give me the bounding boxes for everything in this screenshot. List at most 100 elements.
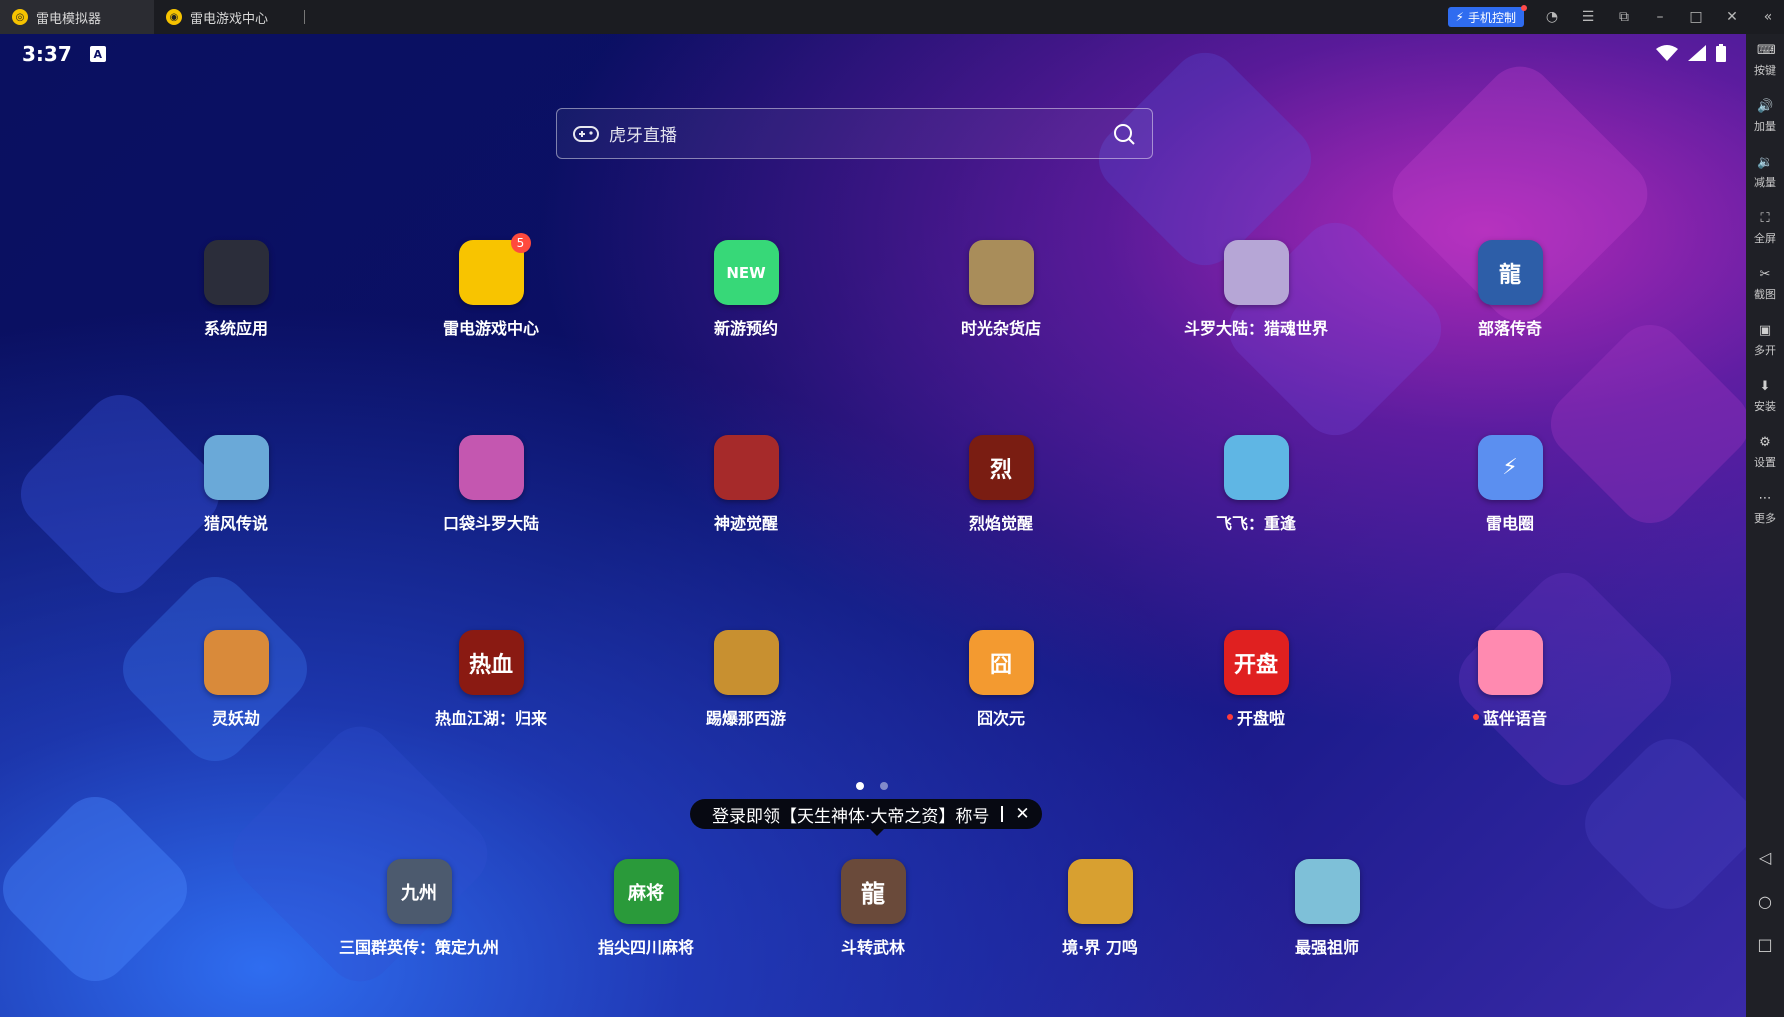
tab-game-center[interactable]: ◉ 雷电游戏中心 bbox=[154, 0, 280, 34]
app-icon[interactable]: 口袋斗罗大陆 bbox=[391, 435, 591, 534]
toolbar-item-keyboard[interactable]: ⌨ 按键 bbox=[1754, 44, 1776, 90]
account-icon[interactable]: ◔ bbox=[1544, 9, 1560, 25]
gamepad-icon bbox=[573, 125, 599, 142]
app-label: 囧次元 bbox=[976, 709, 1025, 728]
notification-a-icon: A bbox=[89, 46, 106, 62]
app-icon[interactable]: 开盘 开盘啦 bbox=[1156, 630, 1356, 729]
recents-nav-icon[interactable]: □ bbox=[1746, 935, 1784, 954]
gamepad-icon: ◉ bbox=[166, 9, 182, 25]
tab-label: 雷电模拟器 bbox=[36, 11, 102, 27]
toolbar-item-multi-instance[interactable]: ▣ 多开 bbox=[1754, 324, 1776, 370]
toolbar-item-label: 截图 bbox=[1754, 288, 1776, 301]
more-icon: ⋯ bbox=[1758, 491, 1772, 506]
app-label: 时光杂货店 bbox=[960, 319, 1041, 338]
page-dot-2[interactable] bbox=[880, 782, 888, 790]
app-label-row: 猎风传说 bbox=[204, 510, 268, 534]
dock-app-icon[interactable]: 龍 斗转武林 bbox=[773, 859, 973, 958]
back-nav-icon[interactable]: ◁ bbox=[1746, 848, 1784, 867]
notification-badge: 5 bbox=[510, 233, 531, 253]
app-icon[interactable]: 热血 热血江湖：归来 bbox=[391, 630, 591, 729]
app-icon[interactable]: 时光杂货店 bbox=[901, 240, 1101, 339]
app-icon-image: 烈 bbox=[968, 435, 1034, 500]
app-icon-image bbox=[968, 240, 1034, 305]
maximize-icon[interactable]: □ bbox=[1688, 9, 1704, 25]
toolbar-item-label: 全屏 bbox=[1754, 232, 1776, 245]
app-label-row: 境·界 刀鸣 bbox=[1062, 934, 1138, 958]
app-icon[interactable]: 神迹觉醒 bbox=[646, 435, 846, 534]
app-icon[interactable]: 5 雷电游戏中心 bbox=[391, 233, 591, 339]
app-label: 新游预约 bbox=[713, 319, 778, 338]
app-icon-image bbox=[1223, 435, 1289, 500]
app-icon[interactable]: 飞飞：重逢 bbox=[1156, 435, 1356, 534]
toolbar-item-fullscreen[interactable]: ⛶ 全屏 bbox=[1754, 212, 1776, 258]
app-icon-image bbox=[713, 435, 779, 500]
search-icon[interactable] bbox=[1112, 122, 1136, 146]
app-icon[interactable]: 龍 部落传奇 bbox=[1410, 240, 1610, 339]
app-label: 最强祖师 bbox=[1294, 938, 1359, 957]
app-label-row: 飞飞：重逢 bbox=[1216, 510, 1296, 534]
app-icon-image: 囧 bbox=[968, 630, 1034, 695]
app-icon[interactable]: 烈 烈焰觉醒 bbox=[901, 435, 1101, 534]
app-label: 三国群英传：策定九州 bbox=[338, 938, 499, 957]
toolbar-item-volume-down[interactable]: 🔉 减量 bbox=[1754, 156, 1776, 202]
sync-window-icon[interactable]: ⧉ bbox=[1616, 9, 1632, 25]
new-dot-icon bbox=[1472, 714, 1479, 720]
phone-control-button[interactable]: ⚡ 手机控制 bbox=[1447, 5, 1528, 27]
close-icon[interactable]: ✕ bbox=[1724, 9, 1740, 25]
app-icon-glyph: 烈 bbox=[989, 457, 1012, 483]
app-icon[interactable]: 斗罗大陆：猎魂世界 bbox=[1156, 240, 1356, 339]
search-bar[interactable]: 虎牙直播 bbox=[556, 108, 1153, 159]
home-nav-icon[interactable]: ○ bbox=[1746, 892, 1784, 911]
app-icon[interactable]: 囧 囧次元 bbox=[901, 630, 1101, 729]
menu-icon[interactable]: ☰ bbox=[1580, 9, 1596, 25]
app-icon[interactable]: 猎风传说 bbox=[136, 435, 336, 534]
toolbar-item-more[interactable]: ⋯ 更多 bbox=[1754, 492, 1776, 538]
app-icon[interactable]: 蓝伴语音 bbox=[1410, 630, 1610, 729]
app-label: 指尖四川麻将 bbox=[597, 938, 694, 957]
app-icon-image bbox=[458, 435, 524, 500]
app-label-row: 踢爆那西游 bbox=[706, 705, 786, 729]
status-bar-left: 3:37 A bbox=[22, 42, 106, 66]
app-label-row: 灵妖劫 bbox=[212, 705, 260, 729]
app-label: 踢爆那西游 bbox=[705, 709, 786, 728]
dock-app-icon[interactable]: 麻将 指尖四川麻将 bbox=[546, 859, 746, 958]
toolbar-item-volume-up[interactable]: 🔊 加量 bbox=[1754, 100, 1776, 146]
app-label: 神迹觉醒 bbox=[713, 514, 778, 533]
dock-app-icon[interactable]: 最强祖师 bbox=[1227, 859, 1427, 958]
app-icon-image: 开盘 bbox=[1223, 630, 1289, 695]
app-icon[interactable]: 灵妖劫 bbox=[136, 630, 336, 729]
toolbar-item-label: 减量 bbox=[1754, 176, 1776, 189]
app-icon[interactable]: 系统应用 bbox=[136, 240, 336, 339]
gear-icon: ⚙ bbox=[1759, 435, 1771, 450]
toolbar-item-install[interactable]: ⬇ 安装 bbox=[1754, 380, 1776, 426]
app-label: 境·界 刀鸣 bbox=[1062, 938, 1138, 957]
app-icon-image bbox=[713, 630, 779, 695]
clock: 3:37 bbox=[22, 42, 72, 66]
collapse-sidebar-icon[interactable]: « bbox=[1760, 9, 1776, 25]
android-home-screen: 3:37 A 虎牙直播 系统应用 5 雷电游戏中心 NEW 新游预约 时光杂货店… bbox=[0, 34, 1746, 1017]
dock-app-icon[interactable]: 境·界 刀鸣 bbox=[1000, 859, 1200, 958]
app-label: 斗转武林 bbox=[840, 938, 905, 957]
promo-tooltip[interactable]: 登录即领【天生神体·大帝之资】称号 ✕ bbox=[690, 799, 1042, 836]
toolbar-item-scissors[interactable]: ✂ 截图 bbox=[1754, 268, 1776, 314]
close-icon[interactable]: ✕ bbox=[1015, 804, 1029, 824]
dock-app-icon[interactable]: 九州 三国群英传：策定九州 bbox=[319, 859, 519, 958]
app-icon[interactable]: ⚡ 雷电圈 bbox=[1410, 435, 1610, 534]
app-label-row: 口袋斗罗大陆 bbox=[443, 510, 539, 534]
app-icon[interactable]: NEW 新游预约 bbox=[646, 240, 846, 339]
multi-instance-icon: ▣ bbox=[1758, 323, 1772, 338]
app-icon-image: ⚡ bbox=[1477, 435, 1543, 500]
toolbar-item-gear[interactable]: ⚙ 设置 bbox=[1754, 436, 1776, 482]
fullscreen-icon: ⛶ bbox=[1760, 211, 1770, 226]
app-icon-image: 热血 bbox=[458, 630, 524, 695]
minimize-icon[interactable]: – bbox=[1652, 9, 1668, 25]
wifi-icon bbox=[1656, 45, 1678, 61]
emulator-toolbar: ⌨ 按键 🔊 加量 🔉 减量 ⛶ 全屏 ✂ 截图 ▣ 多开 ⬇ 安装 ⚙ 设置 ⋯ 更多 bbox=[1746, 34, 1784, 1017]
toolbar-item-label: 加量 bbox=[1754, 120, 1776, 133]
tab-leidian-emulator[interactable]: ◎ 雷电模拟器 bbox=[0, 0, 154, 34]
app-icon-image: 龍 bbox=[1477, 240, 1543, 305]
app-label-row: 最强祖师 bbox=[1295, 934, 1359, 958]
app-icon[interactable]: 踢爆那西游 bbox=[646, 630, 846, 729]
page-dot-1[interactable] bbox=[856, 782, 864, 790]
app-label: 雷电游戏中心 bbox=[442, 319, 539, 338]
